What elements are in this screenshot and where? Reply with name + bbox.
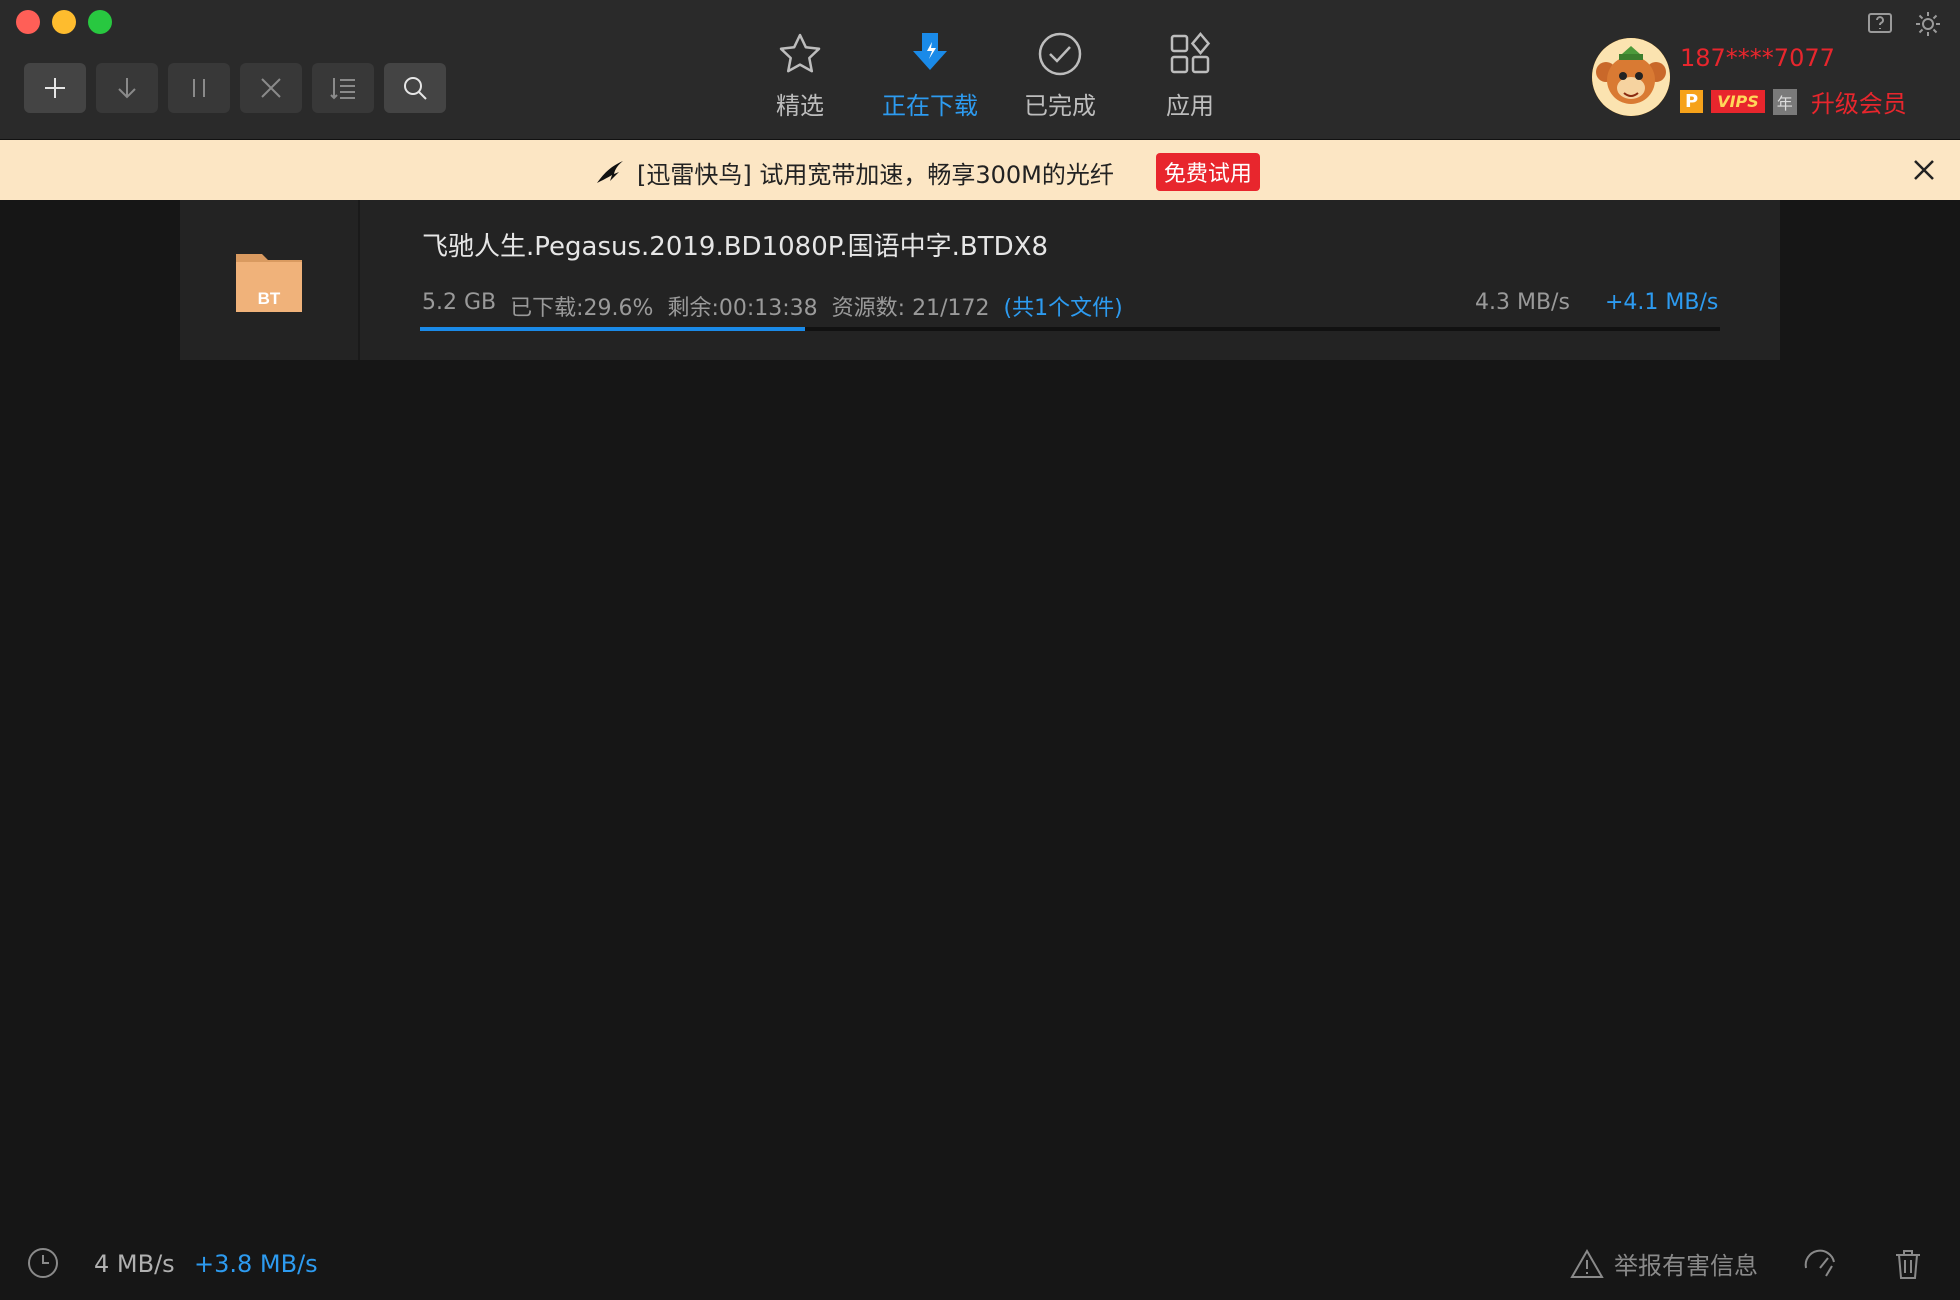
progress-bar [420, 327, 1720, 331]
tab-apps[interactable]: 应用 [1125, 30, 1255, 126]
speed-mode-button[interactable] [1802, 1246, 1838, 1282]
window-utility-icons [1866, 10, 1942, 38]
task-downloaded: 已下载:29.6% [510, 296, 654, 321]
task-size: 5.2 GB [422, 290, 497, 315]
task-speed: 4.3 MB/s [1475, 290, 1570, 315]
tab-label: 精选 [776, 92, 824, 120]
badge-p: P [1680, 90, 1704, 113]
bt-folder-icon: BT [236, 254, 302, 312]
swallow-logo-icon [597, 161, 623, 183]
help-icon[interactable] [1866, 10, 1894, 38]
tab-featured[interactable]: 精选 [735, 30, 865, 126]
task-actions [24, 63, 446, 113]
task-meta: 5.2 GB 已下载:29.6% 剩余:00:13:38 资源数: 21/172… [422, 290, 1123, 322]
search-button[interactable] [384, 63, 446, 113]
minimize-window-button[interactable] [52, 10, 76, 34]
apps-grid-icon [1170, 32, 1211, 74]
monkey-avatar-icon [1592, 38, 1670, 116]
sort-button[interactable] [312, 63, 374, 113]
user-phone[interactable]: 187****7077 [1680, 44, 1835, 72]
banner-close-button[interactable] [1910, 156, 1938, 184]
task-files-link[interactable]: (共1个文件) [1003, 290, 1122, 322]
badge-vip: VIPS [1711, 90, 1765, 113]
banner-text: [迅雷快鸟] 试用宽带加速，畅享300M的光纤 [637, 160, 1114, 189]
task-sources: 资源数: 21/172 [831, 296, 990, 321]
tab-label: 应用 [1166, 92, 1214, 120]
add-task-button[interactable] [24, 63, 86, 113]
report-harmful-button[interactable]: 举报有害信息 [1570, 1246, 1758, 1281]
trash-icon [1896, 1250, 1920, 1279]
progress-fill [420, 327, 805, 331]
close-window-button[interactable] [16, 10, 40, 34]
user-area: 187****7077 P VIPS 年 升级会员 [1592, 0, 1942, 140]
trash-button[interactable] [1890, 1246, 1926, 1282]
star-icon [779, 33, 821, 73]
close-icon [1914, 160, 1934, 180]
tab-label: 正在下载 [882, 92, 978, 120]
vip-badges: P VIPS 年 升级会员 [1680, 84, 1907, 119]
clock-icon [28, 1248, 58, 1278]
check-circle-icon [1038, 32, 1082, 76]
report-label: 举报有害信息 [1614, 1252, 1758, 1280]
speedometer-icon [1804, 1249, 1835, 1277]
download-bolt-icon [913, 33, 947, 70]
delete-button[interactable] [240, 63, 302, 113]
avatar[interactable] [1592, 38, 1670, 116]
promo-banner: [迅雷快鸟] 试用宽带加速，畅享300M的光纤 免费试用 [0, 140, 1960, 200]
zoom-window-button[interactable] [88, 10, 112, 34]
upgrade-membership-link[interactable]: 升级会员 [1811, 84, 1907, 119]
tab-downloading[interactable]: 正在下载 [865, 30, 995, 126]
status-bar: 4 MB/s +3.8 MB/s 举报有害信息 [0, 1232, 1960, 1300]
free-trial-button[interactable]: 免费试用 [1155, 153, 1260, 191]
pause-button[interactable] [168, 63, 230, 113]
folder-label: BT [258, 289, 281, 308]
total-boost-speed: +3.8 MB/s [194, 1250, 318, 1278]
task-remaining: 剩余:00:13:38 [667, 296, 818, 321]
badge-year: 年 [1772, 88, 1797, 115]
search-icon [404, 77, 427, 100]
sort-list-icon [330, 78, 355, 100]
toolbar: 精选 正在下载 已完成 应用 187****7077 P VIPS 年 升级会员 [0, 0, 1960, 140]
task-row[interactable]: BT 飞驰人生.Pegasus.2019.BD1080P.国语中字.BTDX8 … [180, 200, 1780, 360]
plus-icon [45, 78, 65, 98]
task-icon-cell: BT [180, 200, 360, 360]
tab-completed[interactable]: 已完成 [995, 30, 1125, 126]
task-boost-speed: +4.1 MB/s [1605, 290, 1719, 315]
window-controls [16, 10, 112, 34]
warning-icon [1570, 1248, 1604, 1278]
start-download-button[interactable] [96, 63, 158, 113]
arrow-down-icon [118, 78, 136, 99]
total-speed: 4 MB/s [94, 1250, 175, 1278]
speed-limit-button[interactable] [26, 1246, 60, 1280]
close-icon [261, 78, 281, 98]
task-title: 飞驰人生.Pegasus.2019.BD1080P.国语中字.BTDX8 [422, 232, 1048, 262]
tab-label: 已完成 [1024, 92, 1096, 120]
settings-icon[interactable] [1914, 10, 1942, 38]
banner-content: [迅雷快鸟] 试用宽带加速，畅享300M的光纤 免费试用 [595, 153, 1260, 191]
main-tabs: 精选 正在下载 已完成 应用 [735, 30, 1255, 126]
pause-icon [193, 79, 205, 97]
